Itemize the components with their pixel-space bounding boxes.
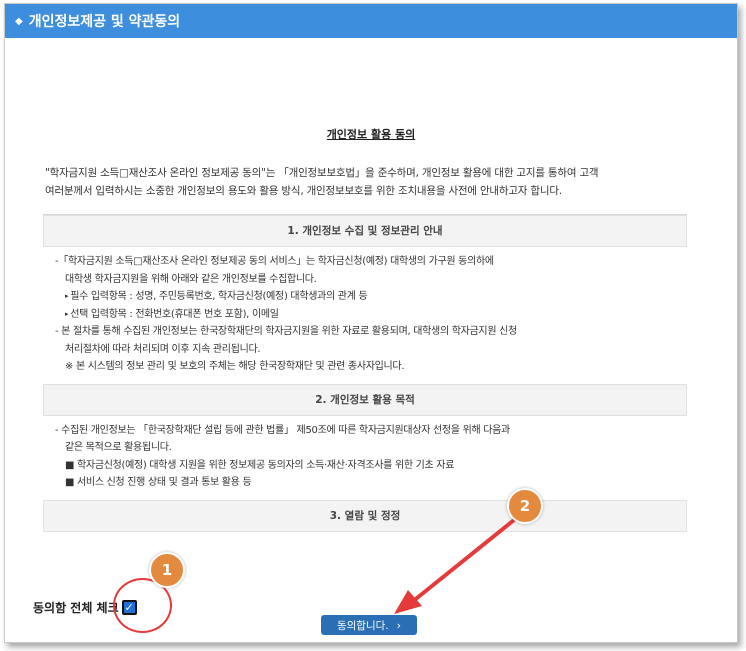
section-line: 처리절차에 따라 처리되며 이후 지속 관리됩니다. xyxy=(65,343,261,355)
step-callout-2: 2 xyxy=(507,488,543,524)
section-heading: 2. 개인정보 활용 목적 xyxy=(43,383,687,416)
section-line: ▸ 필수 입력항목 : 성명, 주민등록번호, 학자금신청(예정) 대학생과의 관… xyxy=(65,291,368,302)
section-body: -「학자금지원 소득□재산조사 온라인 정보제공 동의 서비스」는 학자금신청(… xyxy=(43,247,687,384)
section-body: - 수집된 개인정보는 「한국장학재단 설립 등에 관한 법률」 제50조에 따… xyxy=(43,416,687,500)
section-line: ■ 서비스 신청 진행 상태 및 결과 통보 활용 등 xyxy=(65,477,252,488)
section-line: - 본 절차를 통해 수집된 개인정보는 한국장학재단의 학자금지원을 위한 자… xyxy=(55,326,517,337)
terms-scroll-box[interactable]: 1. 개인정보 수집 및 정보관리 안내 -「학자금지원 소득□재산조사 온라인… xyxy=(43,214,687,549)
intro-text: "학자금지원 소득□재산조사 온라인 정보제공 동의"는 「개인정보보호법」을 … xyxy=(45,164,705,200)
section-line: -「학자금지원 소득□재산조사 온라인 정보제공 동의 서비스」는 학자금신청(… xyxy=(55,256,494,267)
section-line: ■ 학자금신청(예정) 대학생 지원을 위한 정보제공 동의자의 소득·재산·자… xyxy=(65,459,455,471)
triangle-bullet-icon: ▸ xyxy=(65,309,69,318)
triangle-bullet-icon: ▸ xyxy=(65,292,69,300)
section-line: 같은 목적으로 활용됩니다. xyxy=(65,442,172,453)
document-heading: 개인정보 활용 동의 xyxy=(326,128,416,141)
section-line: ※ 본 시스템의 정보 관리 및 보호의 주체는 해당 한국장학재단 및 관련 … xyxy=(65,361,405,372)
section-line: - 수집된 개인정보는 「한국장학재단 설립 등에 관한 법률」 제50조에 따… xyxy=(55,424,510,436)
chevron-right-icon: › xyxy=(396,618,402,632)
section-line: 대학생 학자금지원을 위해 아래와 같은 개인정보를 수집합니다. xyxy=(65,273,317,285)
intro-line: 여러분께서 입력하시는 소중한 개인정보의 용도와 활용 방식, 개인정보보호를… xyxy=(45,185,562,197)
window-title: 개인정보제공 및 약관동의 xyxy=(28,14,181,30)
agree-button[interactable]: 동의합니다. › xyxy=(321,615,417,635)
diamond-bullet-icon: ◆ xyxy=(15,15,23,27)
section-heading: 3. 열람 및 정정 xyxy=(43,499,687,532)
agree-all-label: 동의함 전체 체크 xyxy=(33,601,119,615)
window-title-bar: ◆ 개인정보제공 및 약관동의 xyxy=(5,4,737,38)
consent-window: ◆ 개인정보제공 및 약관동의 개인정보 활용 동의 "학자금지원 소득□재산조… xyxy=(4,3,738,643)
step-callout-1: 1 xyxy=(149,552,185,588)
section-heading: 1. 개인정보 수집 및 정보관리 안내 xyxy=(43,215,687,247)
window-content: 개인정보 활용 동의 "학자금지원 소득□재산조사 온라인 정보제공 동의"는 … xyxy=(5,38,737,642)
intro-line: "학자금지원 소득□재산조사 온라인 정보제공 동의"는 「개인정보보호법」을 … xyxy=(45,167,599,179)
agree-button-label: 동의합니다. xyxy=(336,619,389,632)
section-line: ▸ 선택 입력항목 : 전화번호(휴대폰 번호 포함), 이메일 xyxy=(65,308,279,320)
